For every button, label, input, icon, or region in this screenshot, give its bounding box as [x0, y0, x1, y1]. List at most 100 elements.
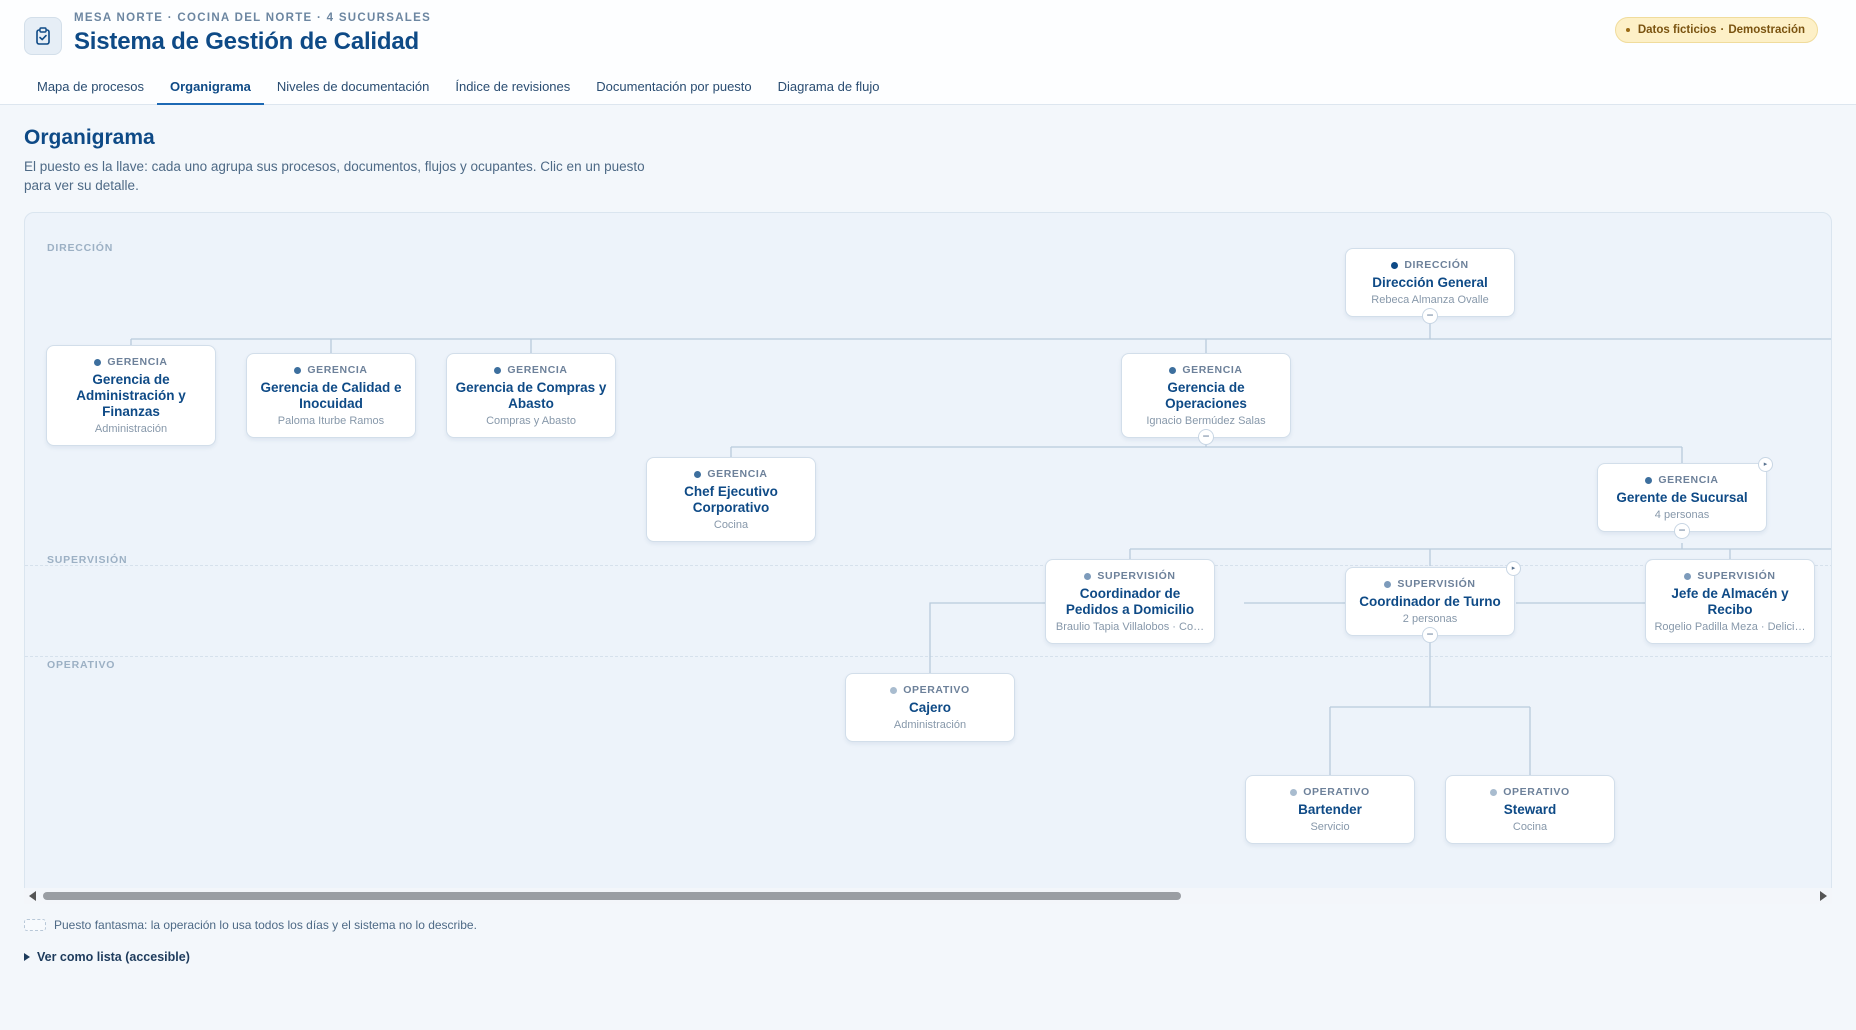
view-as-list-toggle[interactable]: Ver como lista (accesible) — [24, 950, 190, 964]
node-name: Gerencia de Calidad e Inocuidad — [260, 380, 402, 411]
scroll-left-arrow-icon[interactable] — [29, 891, 36, 901]
level-label: GERENCIA — [107, 356, 168, 368]
scrollbar-thumb[interactable] — [43, 892, 1181, 900]
expand-corner-icon[interactable]: ▸ — [1506, 561, 1521, 576]
org-eyebrow: MESA NORTE · COCINA DEL NORTE · 4 SUCURS… — [74, 12, 432, 24]
level-label: OPERATIVO — [1503, 786, 1570, 798]
level-label: GERENCIA — [507, 364, 568, 376]
node-sub: Cocina — [1512, 821, 1548, 833]
node-name: Chef Ejecutivo Corporativo — [684, 484, 778, 515]
node-sub: Braulio Tapia Villalobos · Co… — [1055, 621, 1205, 633]
level-label: GERENCIA — [1182, 364, 1243, 376]
app-header: MESA NORTE · COCINA DEL NORTE · 4 SUCURS… — [0, 0, 1856, 105]
node-level: OPERATIVO — [1454, 786, 1606, 798]
level-label: OPERATIVO — [1303, 786, 1370, 798]
tab-mapa-procesos[interactable]: Mapa de procesos — [24, 72, 157, 105]
collapse-toggle[interactable]: − — [1674, 523, 1690, 539]
ghost-legend-text: Puesto fantasma: la operación lo usa tod… — [54, 918, 477, 932]
node-sub: Compras y Abasto — [486, 415, 576, 427]
node-level: SUPERVISIÓN — [1654, 570, 1806, 582]
node-gerencia-administracion[interactable]: GERENCIA Gerencia de Administración y Fi… — [46, 345, 216, 446]
ghost-legend: Puesto fantasma: la operación lo usa tod… — [24, 918, 477, 932]
level-dot — [294, 366, 302, 374]
node-name: Coordinador de Pedidos a Domicilio — [1065, 586, 1195, 617]
level-label: OPERATIVO — [903, 684, 970, 696]
node-chef-ejecutivo[interactable]: GERENCIA Chef Ejecutivo Corporativo Coci… — [646, 457, 816, 542]
node-level: GERENCIA — [255, 364, 407, 376]
app-title: Sistema de Gestión de Calidad — [74, 28, 419, 55]
badge-text-b: Demostración — [1728, 24, 1805, 36]
level-label: GERENCIA — [307, 364, 368, 376]
node-sub: Rogelio Padilla Meza · Delici… — [1654, 621, 1806, 633]
level-dot — [94, 358, 102, 366]
level-dot — [1645, 476, 1653, 484]
node-bartender[interactable]: OPERATIVO Bartender Servicio — [1245, 775, 1415, 844]
node-sub: Paloma Iturbe Ramos — [277, 415, 385, 427]
badge-text-a: Datos ficticios — [1637, 24, 1717, 36]
node-sub: Servicio — [1310, 821, 1350, 833]
node-name: Gerente de Sucursal — [1616, 490, 1748, 505]
page-title: Organigrama — [24, 126, 155, 149]
node-name: Gerencia de Operaciones — [1165, 380, 1247, 411]
node-level: GERENCIA — [55, 356, 207, 368]
collapse-toggle[interactable]: − — [1422, 627, 1438, 643]
node-name: Gerencia de Compras y Abasto — [455, 380, 607, 411]
node-name: Gerencia de Administración y Finanzas — [76, 372, 186, 419]
level-label: SUPERVISIÓN — [1097, 570, 1176, 582]
level-dot — [1384, 580, 1392, 588]
node-coordinador-turno[interactable]: SUPERVISIÓN Coordinador de Turno 2 perso… — [1345, 561, 1521, 643]
tab-niveles-documentacion[interactable]: Niveles de documentación — [264, 72, 442, 105]
level-label: GERENCIA — [707, 468, 768, 480]
tab-documentacion-puesto[interactable]: Documentación por puesto — [583, 72, 764, 105]
horizontal-scrollbar[interactable] — [24, 888, 1832, 904]
node-sub: Administración — [94, 423, 168, 435]
level-dot — [1391, 261, 1399, 269]
node-sub: Cocina — [713, 519, 749, 531]
node-steward[interactable]: OPERATIVO Steward Cocina — [1445, 775, 1615, 844]
level-label: DIRECCIÓN — [1404, 259, 1469, 271]
org-chart-canvas[interactable]: DIRECCIÓN SUPERVISIÓN OPERATIVO DIRECCIÓ… — [24, 212, 1832, 904]
level-label: GERENCIA — [1658, 474, 1719, 486]
node-level: GERENCIA — [1130, 364, 1282, 376]
node-name: Steward — [1503, 802, 1557, 817]
node-sub: Administración — [893, 719, 967, 731]
node-name: Cajero — [908, 700, 952, 715]
node-name: Bartender — [1298, 802, 1362, 817]
level-dot — [890, 686, 898, 694]
node-level: DIRECCIÓN — [1354, 259, 1506, 271]
collapse-toggle[interactable]: − — [1198, 429, 1214, 445]
level-dot — [1684, 572, 1692, 580]
node-jefe-almacen[interactable]: SUPERVISIÓN Jefe de Almacén y Recibo Rog… — [1645, 559, 1815, 644]
node-gerencia-calidad[interactable]: GERENCIA Gerencia de Calidad e Inocuidad… — [246, 353, 416, 438]
node-level: GERENCIA — [1606, 474, 1758, 486]
tab-indice-revisiones[interactable]: Índice de revisiones — [442, 72, 583, 105]
level-label: SUPERVISIÓN — [1697, 570, 1776, 582]
badge-separator: · — [1720, 24, 1725, 36]
level-dot — [1490, 788, 1498, 796]
level-label: SUPERVISIÓN — [1397, 578, 1476, 590]
node-level: OPERATIVO — [854, 684, 1006, 696]
tab-organigrama[interactable]: Organigrama — [156, 72, 264, 105]
tab-bar: Mapa de procesos Organigrama Niveles de … — [24, 72, 893, 105]
ghost-swatch-icon — [24, 919, 46, 931]
node-coordinador-pedidos[interactable]: SUPERVISIÓN Coordinador de Pedidos a Dom… — [1045, 559, 1215, 644]
level-dot — [1169, 366, 1177, 374]
node-level: SUPERVISIÓN — [1054, 570, 1206, 582]
level-dot — [494, 366, 502, 374]
disclosure-triangle-icon — [24, 953, 30, 961]
node-direccion-general[interactable]: DIRECCIÓN Dirección General Rebeca Alman… — [1345, 248, 1515, 324]
scroll-right-arrow-icon[interactable] — [1820, 891, 1827, 901]
expand-corner-icon[interactable]: ▸ — [1758, 457, 1773, 472]
view-as-list-label: Ver como lista (accesible) — [37, 950, 190, 964]
node-name: Jefe de Almacén y Recibo — [1671, 586, 1789, 617]
level-dot — [1084, 572, 1092, 580]
node-cajero[interactable]: OPERATIVO Cajero Administración — [845, 673, 1015, 742]
node-name: Coordinador de Turno — [1359, 594, 1501, 609]
level-dot — [1290, 788, 1298, 796]
node-gerencia-compras[interactable]: GERENCIA Gerencia de Compras y Abasto Co… — [446, 353, 616, 438]
node-gerente-sucursal[interactable]: GERENCIA Gerente de Sucursal 4 personas … — [1597, 457, 1773, 539]
tab-diagrama-flujo[interactable]: Diagrama de flujo — [765, 72, 893, 105]
collapse-toggle[interactable]: − — [1422, 308, 1438, 324]
node-gerencia-operaciones[interactable]: GERENCIA Gerencia de Operaciones Ignacio… — [1121, 353, 1291, 445]
node-name: Dirección General — [1372, 275, 1488, 290]
